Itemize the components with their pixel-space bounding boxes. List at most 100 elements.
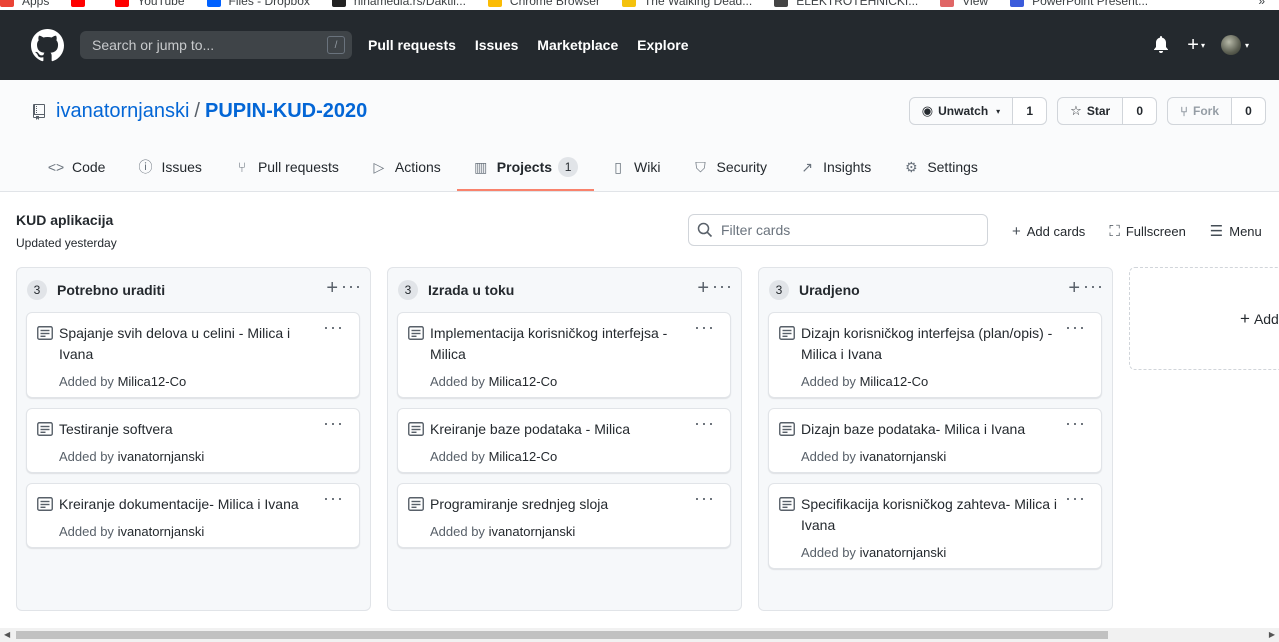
scroll-left-icon[interactable]: ◀ [4,630,10,639]
search-input[interactable]: Search or jump to... / [80,31,352,59]
plus-icon[interactable]: + [1187,34,1199,57]
project-card[interactable]: Testiranje softvera Added by ivanatornjan… [26,408,360,473]
card-author-link[interactable]: ivanatornjanski [489,524,576,539]
card-author-link[interactable]: Milica12-Co [489,374,558,389]
project-card[interactable]: Dizajn baze podataka- Milica i Ivana Adde… [768,408,1102,473]
column-more-icon[interactable]: ··· [1083,276,1104,297]
bookmark-item[interactable]: The Walking Dead... [621,0,752,8]
project-card[interactable]: Kreiranje baze podataka - Milica Added by… [397,408,731,473]
nav-pull-requests[interactable]: Pull requests [368,37,456,53]
star-button[interactable]: ☆ Star [1057,97,1124,125]
scrollbar-thumb[interactable] [16,631,1108,639]
bookmark-favicon-icon [487,0,502,7]
card-author-link[interactable]: Milica12-Co [489,449,558,464]
card-more-icon[interactable]: ··· [1065,488,1086,509]
nav-marketplace[interactable]: Marketplace [537,37,618,53]
card-title: Kreiranje dokumentacije- Milica i Ivana [59,496,299,512]
tab-security[interactable]: ⛉ Security [676,145,783,191]
add-cards-button[interactable]: + Add cards [1012,222,1085,240]
card-author-link[interactable]: ivanatornjanski [118,449,205,464]
tab-actions[interactable]: ▷ Actions [355,145,457,191]
bookmarks-overflow-icon[interactable]: » [1258,0,1265,8]
project-card[interactable]: Dizajn korisničkog interfejsa (plan/opis… [768,312,1102,398]
project-name[interactable]: KUD aplikacija [16,212,117,228]
bookmark-favicon-icon [71,0,86,7]
bookmark-item[interactable]: Files - Dropbox [206,0,310,8]
watch-count[interactable]: 1 [1013,97,1048,125]
card-more-icon[interactable]: ··· [323,317,344,338]
fullscreen-button[interactable]: ⛶ Fullscreen [1109,222,1185,240]
tab-issues[interactable]: ⓘ Issues [121,145,217,191]
card-author-link[interactable]: Milica12-Co [860,374,929,389]
card-meta: Added by Milica12-Co [801,374,1061,389]
github-logo-icon[interactable] [31,28,64,62]
fork-label: Fork [1192,104,1219,118]
bookmark-item[interactable]: ELEKTROTEHNICKI... [774,0,918,8]
bookmark-item[interactable]: YouTube [115,0,185,8]
column-more-icon[interactable]: ··· [341,276,362,297]
watch-group: ◉ Unwatch ▾ 1 [908,97,1048,125]
card-more-icon[interactable]: ··· [1065,413,1086,434]
avatar[interactable] [1220,35,1241,55]
card-meta: Added by ivanatornjanski [801,545,1061,560]
avatar-chevron-down-icon[interactable]: ▾ [1245,41,1249,50]
unwatch-button[interactable]: ◉ Unwatch ▾ [908,97,1014,125]
card-author-link[interactable]: Milica12-Co [118,374,187,389]
star-count[interactable]: 0 [1123,97,1158,125]
card-author-link[interactable]: ivanatornjanski [118,524,205,539]
card-more-icon[interactable]: ··· [694,488,715,509]
fork-button[interactable]: ⑂ Fork [1167,97,1232,125]
column-more-icon[interactable]: ··· [712,276,733,297]
fork-count[interactable]: 0 [1232,97,1266,125]
horizontal-scrollbar[interactable]: ◀ ▶ [0,628,1279,642]
project-card[interactable]: Programiranje srednjeg sloja Added by iva… [397,483,731,548]
card-author-link[interactable]: ivanatornjanski [860,545,947,560]
card-meta: Added by ivanatornjanski [801,449,1061,464]
repo-header: ivanatornjanski / PUPIN-KUD-2020 ◉ Unwat… [0,80,1279,192]
bookmark-item[interactable] [71,0,93,7]
bookmark-item[interactable]: Chrome Browser [487,0,600,8]
card-author-link[interactable]: ivanatornjanski [860,449,947,464]
bell-icon[interactable] [1153,36,1169,54]
hamburger-icon: ☰ [1209,223,1224,240]
shield-icon: ⛉ [695,158,706,175]
card-more-icon[interactable]: ··· [323,413,344,434]
chevron-down-icon[interactable]: ▾ [1201,41,1205,50]
card-more-icon[interactable]: ··· [323,488,344,509]
bookmark-item[interactable]: View [940,0,988,8]
add-card-plus-icon[interactable]: + [697,277,709,300]
card-more-icon[interactable]: ··· [1065,317,1086,338]
nav-explore[interactable]: Explore [637,37,688,53]
bookmark-item[interactable]: ninamedia.rs/Daktil... [331,0,466,8]
tab-label: Wiki [634,159,661,175]
tab-pull-requests[interactable]: ⑂ Pull requests [218,145,355,191]
add-card-plus-icon[interactable]: + [326,277,338,300]
bookmark-item[interactable]: PowerPoint Present... [1010,0,1148,8]
project-card[interactable]: Specifikacija korisničkog zahteva- Milic… [768,483,1102,569]
card-title: Specifikacija korisničkog zahteva- Milic… [801,496,1057,533]
note-icon [37,422,53,436]
project-card[interactable]: Kreiranje dokumentacije- Milica i Ivana A… [26,483,360,548]
plus-icon: + [1012,222,1021,240]
tab-projects[interactable]: ▥ Projects 1 [456,145,595,191]
bookmark-favicon-icon [206,0,221,7]
card-more-icon[interactable]: ··· [694,317,715,338]
scroll-right-icon[interactable]: ▶ [1269,630,1275,639]
project-card[interactable]: Spajanje svih delova u celini - Milica i… [26,312,360,398]
nav-issues[interactable]: Issues [475,37,519,53]
tab-settings[interactable]: ⚙ Settings [887,145,994,191]
menu-button[interactable]: ☰ Menu [1210,222,1262,240]
add-card-plus-icon[interactable]: + [1068,277,1080,300]
fullscreen-icon: ⛶ [1109,222,1120,240]
repo-owner-link[interactable]: ivanatornjanski [56,100,189,123]
project-card[interactable]: Implementacija korisničkog interfejsa - … [397,312,731,398]
tab-wiki[interactable]: ▯ Wiki [594,145,676,191]
tab-code[interactable]: <> Code [32,145,121,191]
add-column-button[interactable]: + Add [1129,267,1279,370]
bookmark-item[interactable]: Apps [0,0,49,8]
filter-cards-input[interactable]: Filter cards [688,214,988,246]
card-more-icon[interactable]: ··· [694,413,715,434]
tab-insights[interactable]: ↗ Insights [783,145,887,191]
card-title: Dizajn korisničkog interfejsa (plan/opis… [801,325,1053,362]
repo-name-link[interactable]: PUPIN-KUD-2020 [205,100,367,123]
